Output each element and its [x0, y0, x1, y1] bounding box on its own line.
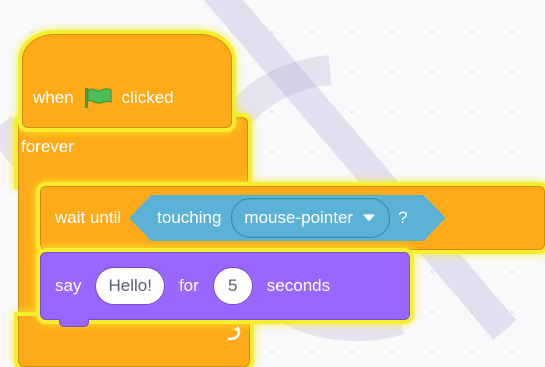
- loop-arrow-icon: [227, 326, 241, 341]
- forever-label: forever: [21, 137, 74, 156]
- seconds-label: seconds: [266, 276, 331, 295]
- when-label: when: [33, 88, 74, 107]
- when-flag-clicked-block[interactable]: when clicked: [22, 34, 232, 128]
- say-for-seconds-block[interactable]: say Hello! for 5 seconds: [40, 252, 410, 327]
- touching-condition-block[interactable]: touching mouse-pointer ?: [129, 195, 445, 241]
- for-label: for: [178, 276, 199, 295]
- wait-until-label: wait until: [55, 208, 122, 227]
- touching-target-dropdown[interactable]: mouse-pointer: [231, 198, 390, 238]
- message-input[interactable]: Hello!: [95, 267, 165, 305]
- wait-until-block[interactable]: wait until touching mouse-pointer ?: [40, 186, 545, 250]
- touching-target-value: mouse-pointer: [244, 208, 354, 227]
- say-label: say: [55, 276, 82, 295]
- seconds-input[interactable]: 5: [212, 267, 253, 305]
- clicked-label: clicked: [121, 88, 174, 107]
- say-block-notch: [59, 318, 89, 327]
- green-flag-icon: [84, 88, 112, 108]
- touching-label: touching: [157, 208, 222, 227]
- code-area[interactable]: forever when clicked wait until touching…: [0, 0, 545, 367]
- forever-block-bottom[interactable]: [18, 316, 250, 367]
- question-mark-label: ?: [398, 208, 408, 227]
- chevron-down-icon: [363, 214, 375, 222]
